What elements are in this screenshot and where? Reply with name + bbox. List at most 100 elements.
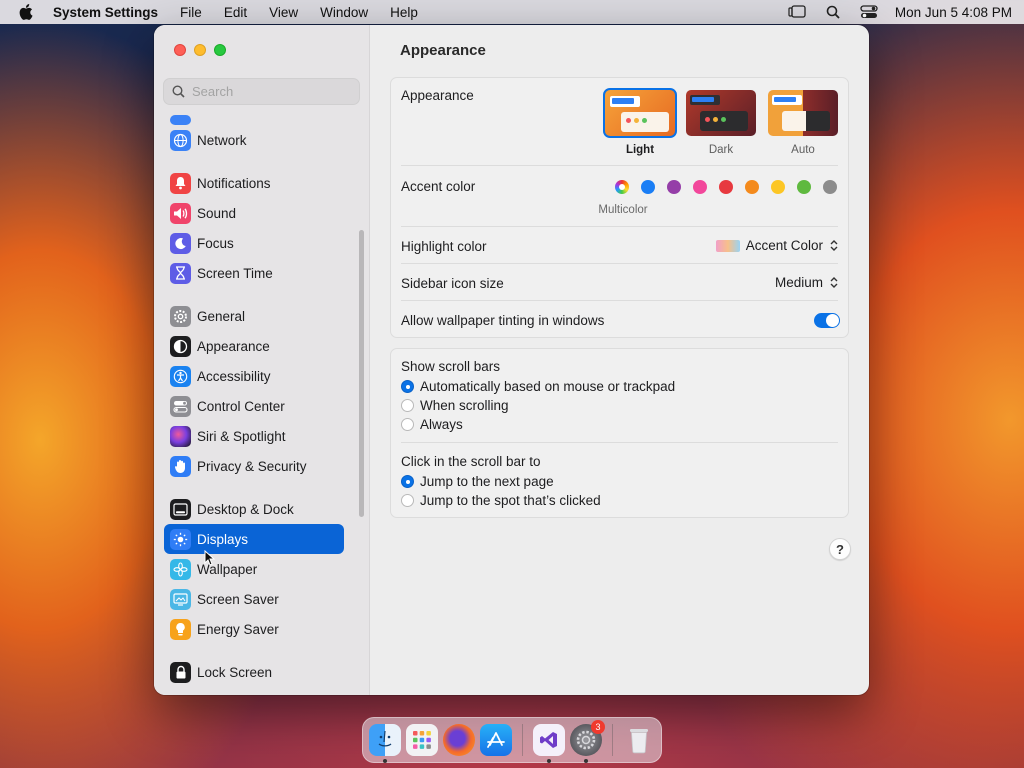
control-center-icon[interactable]: [859, 4, 879, 20]
wallpaper-tinting-toggle[interactable]: [814, 313, 840, 328]
radio-button[interactable]: [401, 380, 414, 393]
firefox-icon[interactable]: [443, 724, 475, 756]
menu-edit[interactable]: Edit: [224, 5, 247, 20]
menu-file[interactable]: File: [180, 5, 202, 20]
divider: [401, 226, 838, 227]
toggle-knob: [826, 314, 839, 327]
sidebar-item-screen-saver[interactable]: Screen Saver: [164, 584, 344, 614]
sidebar-item-label: Siri & Spotlight: [197, 428, 286, 444]
running-indicator: [383, 759, 387, 763]
sidebar-item-label: Energy Saver: [197, 621, 279, 637]
appearance-option-auto[interactable]: [768, 90, 838, 136]
appearance-option-dark[interactable]: [686, 90, 756, 136]
app-store-icon[interactable]: [480, 724, 512, 756]
window-controls: [174, 44, 226, 56]
close-button[interactable]: [174, 44, 186, 56]
radio-button[interactable]: [401, 399, 414, 412]
radio-button[interactable]: [401, 418, 414, 431]
sidebar-item-lock-screen[interactable]: Lock Screen: [164, 657, 344, 687]
click-scroll-option-spot-clicked[interactable]: Jump to the spot that’s clicked: [401, 493, 601, 508]
sidebar-item-general[interactable]: General: [164, 301, 344, 331]
accent-swatch-pink[interactable]: [693, 180, 707, 194]
menu-help[interactable]: Help: [390, 5, 418, 20]
accent-swatch-orange[interactable]: [745, 180, 759, 194]
minimize-button[interactable]: [194, 44, 206, 56]
siri-icon: [170, 425, 191, 447]
menu-view[interactable]: View: [269, 5, 298, 20]
trash-icon[interactable]: [623, 724, 655, 756]
divider: [401, 300, 838, 301]
radio-label: When scrolling: [420, 398, 509, 413]
sidebar-item-label: Screen Saver: [197, 591, 279, 607]
sidebar-item-network[interactable]: Network: [164, 125, 344, 155]
appearance-option-dark-label: Dark: [708, 144, 734, 156]
running-indicator: [584, 759, 588, 763]
radio-button[interactable]: [401, 475, 414, 488]
sidebar-item-partial[interactable]: [164, 115, 344, 125]
sidebar-item-sound[interactable]: Sound: [164, 198, 344, 228]
accent-swatch-blue[interactable]: [641, 180, 655, 194]
gear-icon: [170, 305, 191, 327]
sidebar-item-energy-saver[interactable]: Energy Saver: [164, 614, 344, 644]
highlight-color-preview: [715, 239, 740, 252]
sidebar-item-desktop-dock[interactable]: Desktop & Dock: [164, 494, 344, 524]
sidebar-item-label: Network: [197, 132, 247, 148]
sidebar-item-focus[interactable]: Focus: [164, 228, 344, 258]
search-icon: [172, 85, 185, 98]
spotlight-search-icon[interactable]: [823, 4, 843, 20]
sidebar-item-label: Accessibility: [197, 368, 271, 384]
sidebar-item-control-center[interactable]: Control Center: [164, 391, 344, 421]
sidebar-list[interactable]: Network Notifications Sound Focus Screen…: [154, 115, 370, 695]
sidebar-item-label: Screen Time: [197, 265, 273, 281]
accent-swatch-yellow[interactable]: [771, 180, 785, 194]
sidebar-item-siri-spotlight[interactable]: Siri & Spotlight: [164, 421, 344, 451]
scroll-bars-option-auto[interactable]: Automatically based on mouse or trackpad: [401, 379, 675, 394]
sidebar-icon-size-popup[interactable]: Medium: [775, 275, 838, 290]
click-scroll-option-next-page[interactable]: Jump to the next page: [401, 474, 554, 489]
appearance-option-auto-label: Auto: [791, 144, 815, 156]
menu-bar: System Settings File Edit View Window He…: [0, 0, 1024, 24]
stage-manager-icon[interactable]: [787, 4, 807, 20]
accent-swatch-red[interactable]: [719, 180, 733, 194]
scroll-bars-option-scrolling[interactable]: When scrolling: [401, 398, 509, 413]
sidebar-item-privacy-security[interactable]: Privacy & Security: [164, 451, 344, 481]
zoom-button[interactable]: [214, 44, 226, 56]
sidebar-item-label: Sound: [197, 205, 237, 221]
system-settings-icon[interactable]: 3: [570, 720, 605, 763]
sidebar-item-label: General: [197, 308, 246, 324]
scroll-bars-option-always[interactable]: Always: [401, 417, 463, 432]
accent-swatch-green[interactable]: [797, 180, 811, 194]
accent-swatch-graphite[interactable]: [823, 180, 837, 194]
sidebar-item-label: Desktop & Dock: [197, 501, 294, 517]
search-field[interactable]: [163, 78, 360, 105]
help-button[interactable]: ?: [829, 538, 851, 560]
finder-icon[interactable]: [369, 724, 401, 763]
launchpad-icon[interactable]: [406, 724, 438, 756]
visual-studio-icon[interactable]: [533, 724, 565, 763]
accent-swatch-multicolor[interactable]: [615, 180, 629, 194]
radio-button[interactable]: [401, 494, 414, 507]
appearance-option-light[interactable]: [603, 88, 677, 138]
appearance-option-light-label: Light: [625, 144, 655, 156]
moon-icon: [170, 232, 191, 254]
sidebar-item-screen-time[interactable]: Screen Time: [164, 258, 344, 288]
sidebar-item-label: Control Center: [197, 398, 285, 414]
sidebar-item-displays[interactable]: Displays: [164, 524, 344, 554]
toggles-icon: [170, 395, 191, 417]
sidebar-scrollbar[interactable]: [359, 230, 364, 517]
highlight-color-popup[interactable]: Accent Color: [715, 238, 838, 253]
accent-swatch-purple[interactable]: [667, 180, 681, 194]
menu-app-name[interactable]: System Settings: [53, 5, 158, 20]
search-input[interactable]: [192, 84, 352, 99]
sidebar-item-notifications[interactable]: Notifications: [164, 168, 344, 198]
flower-icon: [170, 558, 191, 580]
sidebar-item-wallpaper[interactable]: Wallpaper: [164, 554, 344, 584]
menu-extras: Mon Jun 5 4:08 PM: [787, 4, 1012, 20]
sidebar-item-appearance[interactable]: Appearance: [164, 331, 344, 361]
menu-window[interactable]: Window: [320, 5, 368, 20]
menu-clock[interactable]: Mon Jun 5 4:08 PM: [895, 5, 1012, 20]
bluetooth-icon: [170, 115, 191, 125]
sidebar-item-accessibility[interactable]: Accessibility: [164, 361, 344, 391]
apple-menu-icon[interactable]: [18, 4, 34, 20]
dock-separator: [522, 724, 523, 756]
